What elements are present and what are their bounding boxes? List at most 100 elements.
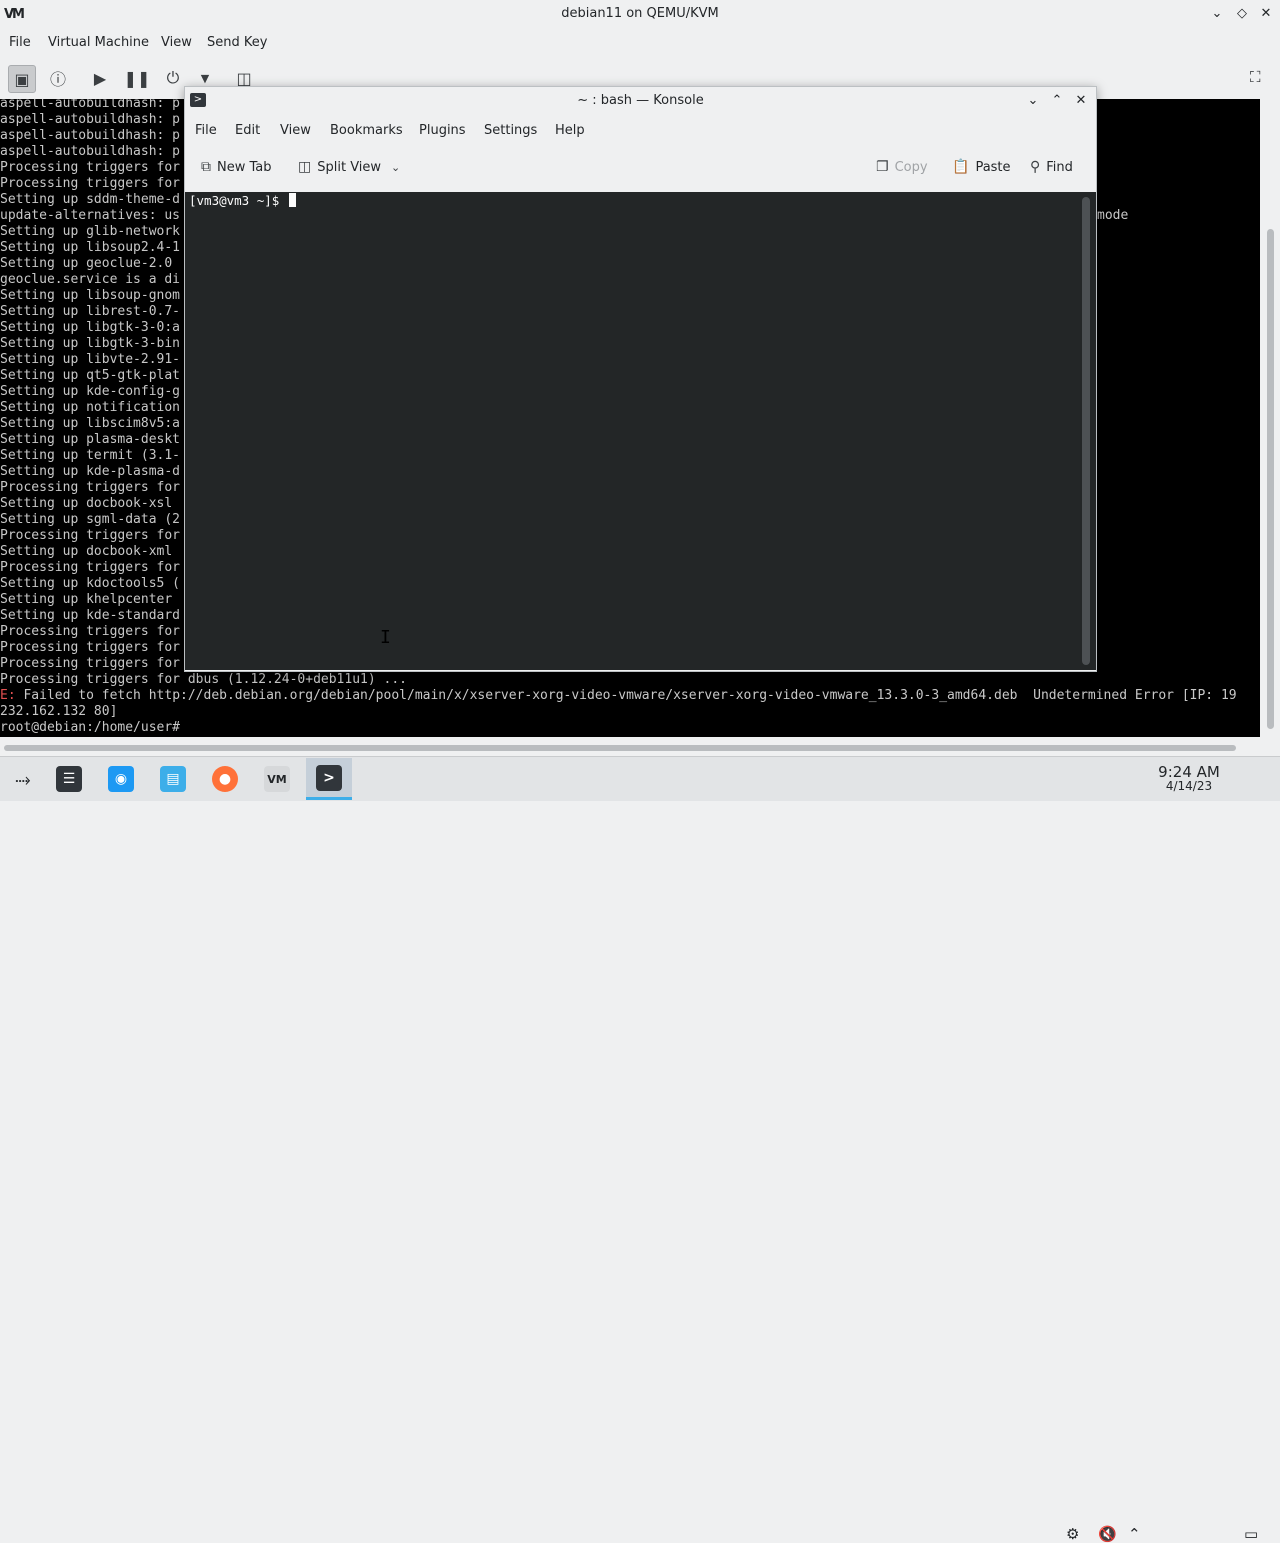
search-icon: ⚲	[1030, 159, 1041, 175]
file-manager-icon[interactable]: ▤	[150, 758, 196, 800]
konsole-menu-help[interactable]: Help	[555, 123, 585, 138]
virt-manager-icon[interactable]: VM	[254, 758, 300, 800]
konsole-title: ~ : bash — Konsole	[577, 93, 704, 108]
paste-icon: 📋	[952, 159, 970, 175]
konsole-menu-file[interactable]: File	[195, 123, 217, 138]
minimize-icon[interactable]: ⌄	[1208, 5, 1226, 23]
console-line: Setting up kde-config-g	[0, 384, 181, 399]
console-line: Setting up qt5-gtk-plat	[0, 368, 181, 383]
terminal-output: [vm3@vm3 ~]$	[189, 193, 296, 209]
console-line: geoclue.service is a di	[0, 272, 181, 287]
network-icon[interactable]: ⚙	[1066, 1525, 1079, 1543]
console-line: Processing triggers for	[0, 160, 181, 175]
console-line: Setting up librest-0.7-	[0, 304, 181, 319]
tray-expand-icon[interactable]: ⌃	[1128, 1525, 1141, 1543]
konsole-titlebar: > ~ : bash — Konsole ⌄ ⌃ ✕	[185, 87, 1096, 115]
konsole-menu-bookmarks[interactable]: Bookmarks	[330, 123, 403, 138]
copy-button[interactable]: ❐ Copy	[876, 159, 928, 175]
console-line: Setting up notification	[0, 400, 181, 415]
console-right-fragment: mode	[1097, 208, 1129, 223]
fullscreen-icon[interactable]: ⛶	[1250, 68, 1261, 86]
new-tab-icon: ⧉	[201, 159, 211, 175]
vm-menubar: File Virtual Machine View Send Key	[0, 31, 1280, 55]
vm-vscroll-thumb[interactable]	[1267, 229, 1274, 729]
console-line: Setting up docbook-xsl	[0, 496, 173, 511]
konsole-menu-settings[interactable]: Settings	[484, 123, 537, 138]
konsole-menu-plugins[interactable]: Plugins	[419, 123, 466, 138]
console-line: Setting up libsoup-gnom	[0, 288, 181, 303]
console-prompt: root@debian:/home/user#	[0, 720, 181, 735]
console-line: Processing triggers for	[0, 176, 181, 191]
console-line: Setting up plasma-deskt	[0, 432, 181, 447]
console-line: Setting up kdoctools5 (	[0, 576, 181, 591]
volume-muted-icon[interactable]: 🔇	[1098, 1525, 1117, 1543]
konsole-toolbar: ⧉ New Tab ◫ Split View ⌄ ❐ Copy 📋 Paste …	[185, 153, 1096, 183]
find-label: Find	[1046, 159, 1073, 175]
restore-icon[interactable]: ◇	[1233, 5, 1251, 23]
console-line: Setting up libsoup2.4-1	[0, 240, 181, 255]
copy-label: Copy	[894, 159, 928, 175]
vm-window-title: debian11 on QEMU/KVM	[561, 6, 719, 21]
console-line: Setting up docbook-xml	[0, 544, 173, 559]
konsole-maximize-icon[interactable]: ⌃	[1048, 92, 1066, 110]
activity-manager-icon[interactable]: ☰	[46, 758, 92, 800]
console-error-cont: 232.162.132 80]	[0, 704, 118, 719]
console-line: Setting up libgtk-3-bin	[0, 336, 181, 351]
vm-hscroll-thumb[interactable]	[4, 745, 1236, 751]
split-view-button[interactable]: ◫ Split View ⌄	[298, 159, 400, 175]
konsole-minimize-icon[interactable]: ⌄	[1024, 92, 1042, 110]
console-line: Setting up termit (3.1-	[0, 448, 181, 463]
clock-date[interactable]: 4/14/23	[1150, 779, 1228, 793]
console-error-prefix: E:	[0, 688, 16, 703]
console-line: Processing triggers for	[0, 560, 181, 575]
monitor-icon[interactable]: ▣	[8, 65, 36, 93]
ibeam-cursor-icon: I	[380, 627, 391, 648]
pause-icon[interactable]: ❚❚	[124, 65, 151, 91]
menu-file[interactable]: File	[9, 35, 31, 50]
console-line: Setting up sgml-data (2	[0, 512, 181, 527]
firefox-icon[interactable]: ●	[202, 758, 248, 800]
split-view-icon: ◫	[298, 159, 312, 175]
console-line: Setting up libvte-2.91-	[0, 352, 181, 367]
power-icon[interactable]: ⏻	[160, 65, 186, 91]
konsole-window[interactable]: > ~ : bash — Konsole ⌄ ⌃ ✕ File Edit Vie…	[184, 86, 1097, 672]
konsole-scrollbar[interactable]	[1082, 197, 1090, 665]
konsole-icon[interactable]: >	[306, 758, 352, 800]
console-line: Setting up sddm-theme-d	[0, 192, 181, 207]
konsole-menu-view[interactable]: View	[280, 123, 311, 138]
close-icon[interactable]: ✕	[1257, 5, 1275, 23]
find-button[interactable]: ⚲ Find	[1030, 159, 1073, 175]
menu-send-key[interactable]: Send Key	[207, 35, 267, 50]
console-line: Setting up kde-plasma-d	[0, 464, 181, 479]
terminal-prompt: [vm3@vm3 ~]$	[189, 193, 280, 208]
console-line: aspell-autobuildhash: p	[0, 128, 181, 143]
app-launcher-icon[interactable]: ⤑	[0, 758, 46, 800]
info-icon[interactable]: ⓘ	[45, 65, 71, 91]
konsole-menu-edit[interactable]: Edit	[235, 123, 260, 138]
vm-horizontal-scrollbar[interactable]	[0, 740, 1262, 756]
console-error-line: Failed to fetch http://deb.debian.org/de…	[15, 688, 1237, 703]
show-desktop-icon[interactable]: ▭	[1244, 1525, 1258, 1543]
console-line: aspell-autobuildhash: p	[0, 144, 181, 159]
console-line: Setting up kde-standard	[0, 608, 181, 623]
chevron-down-icon[interactable]: ⌄	[391, 161, 400, 174]
play-icon[interactable]: ▶	[87, 65, 113, 91]
discover-icon[interactable]: ◉	[98, 758, 144, 800]
console-line: Setting up libscim8v5:a	[0, 416, 181, 431]
menu-virtual-machine[interactable]: Virtual Machine	[48, 35, 149, 50]
new-tab-button[interactable]: ⧉ New Tab	[201, 159, 272, 175]
console-line: Setting up libgtk-3-0:a	[0, 320, 181, 335]
vm-vertical-scrollbar[interactable]	[1262, 99, 1278, 737]
console-line: aspell-autobuildhash: p	[0, 112, 181, 127]
konsole-close-icon[interactable]: ✕	[1072, 92, 1090, 110]
menu-view[interactable]: View	[161, 35, 192, 50]
vm-titlebar: VM debian11 on QEMU/KVM ⌄ ◇ ✕	[0, 0, 1280, 29]
copy-icon: ❐	[876, 159, 889, 175]
console-line: Processing triggers for dbus (1.12.24-0+…	[0, 672, 407, 687]
paste-label: Paste	[975, 159, 1011, 175]
paste-button[interactable]: 📋 Paste	[952, 159, 1011, 175]
console-line: Processing triggers for	[0, 640, 181, 655]
konsole-menubar: File Edit View Bookmarks Plugins Setting…	[185, 120, 1096, 144]
terminal-area[interactable]: [vm3@vm3 ~]$	[185, 192, 1096, 670]
new-tab-label: New Tab	[217, 159, 272, 175]
